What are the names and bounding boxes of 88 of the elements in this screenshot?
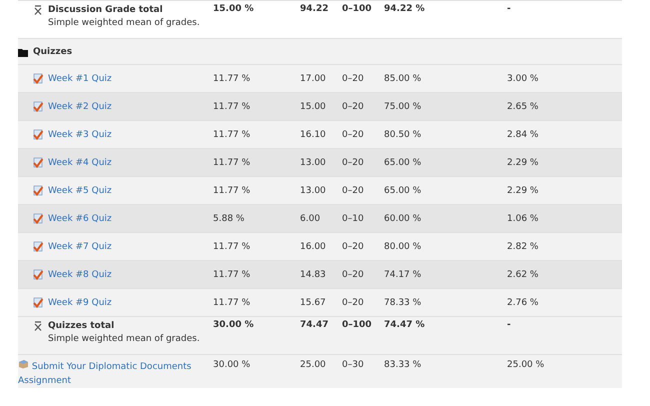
range-cell-text: 0–100 [342,3,372,14]
range-cell-text: 0–20 [342,241,364,252]
contribution-cell-text: - [507,319,511,330]
weight-cell-text: 11.77 % [213,129,250,140]
total-label: Discussion Grade total [48,4,163,14]
range-cell-text: 0–100 [342,319,372,330]
percentage-cell-text: 65.00 % [384,157,422,168]
range-cell-text: 0–20 [342,157,364,168]
percentage-cell-text: 75.00 % [384,101,422,112]
weight-cell-text: 15.00 % [213,3,254,14]
percentage-cell-text: 80.00 % [384,241,422,252]
quiz-checkbox-icon [33,241,43,252]
grade-cell-text: 13.00 [300,157,326,168]
contribution-cell-text: 2.29 % [507,185,538,196]
weight-cell-text: 30.00 % [213,359,250,370]
quiz-link[interactable]: Week #1 Quiz [48,74,112,84]
percentage-cell-text: 74.17 % [384,269,422,280]
contribution-cell-text: 2.76 % [507,297,538,308]
assignment-link[interactable]: Submit Your Diplomatic Documents Assignment [18,359,198,388]
grade-cell-text: 16.00 [300,241,326,252]
weight-cell-text: 11.77 % [213,241,250,252]
weight-cell-text: 5.88 % [213,213,244,224]
grade-cell-text: 94.22 [300,3,328,14]
quiz-checkbox-icon [33,101,43,112]
grade-cell-text: 74.47 [300,319,328,330]
quiz-link[interactable]: Week #5 Quiz [48,186,112,196]
weight-cell-text: 11.77 % [213,297,250,308]
contribution-cell-text: 2.84 % [507,129,538,140]
quiz-link[interactable]: Week #8 Quiz [48,270,112,280]
percentage-cell-text: 80.50 % [384,129,422,140]
range-cell-text: 0–30 [342,359,364,370]
quiz-link[interactable]: Week #7 Quiz [48,242,112,252]
quiz-checkbox-icon [33,73,43,84]
grade-cell-text: 13.00 [300,185,326,196]
range-cell-text: 0–10 [342,213,364,224]
grade-cell-text: 25.00 [300,359,326,370]
grade-cell-text: 17.00 [300,73,326,84]
weight-cell-text: 11.77 % [213,73,250,84]
folder-icon [18,48,28,56]
quiz-checkbox-icon [33,129,43,140]
contribution-cell-text: 2.62 % [507,269,538,280]
mean-icon [33,4,43,15]
weight-cell-text: 30.00 % [213,319,254,330]
quiz-checkbox-icon [33,185,43,196]
percentage-cell-text: 60.00 % [384,213,422,224]
range-cell-text: 0–20 [342,129,364,140]
contribution-cell-text: 2.65 % [507,101,538,112]
quiz-link[interactable]: Week #9 Quiz [48,298,112,308]
quiz-checkbox-icon [33,297,43,308]
weight-cell-text: 11.77 % [213,157,250,168]
grade-cell-text: 15.00 [300,101,326,112]
total-description: Simple weighted mean of grades. [47,333,201,344]
contribution-cell-text: 1.06 % [507,213,538,224]
weight-cell-text: 11.77 % [213,269,250,280]
quiz-checkbox-icon [33,157,43,168]
grade-cell-text: 6.00 [300,213,320,224]
percentage-cell-text: 78.33 % [384,297,422,308]
contribution-cell-text: 3.00 % [507,73,538,84]
quiz-link[interactable]: Week #2 Quiz [48,102,112,112]
contribution-cell-text: 2.29 % [507,157,538,168]
weight-cell-text: 11.77 % [213,185,250,196]
grade-cell-text: 15.67 [300,297,326,308]
contribution-cell-text: 2.82 % [507,241,538,252]
grade-cell-text: 14.83 [300,269,326,280]
quiz-checkbox-icon [33,213,43,224]
weight-cell-text: 11.77 % [213,101,250,112]
quiz-link[interactable]: Week #4 Quiz [48,158,112,168]
total-description: Simple weighted mean of grades. [47,17,201,28]
contribution-cell-text: 25.00 % [507,359,544,370]
percentage-cell-text: 83.33 % [384,359,422,370]
assignment-icon [18,359,29,369]
contribution-cell-text: - [507,3,511,14]
range-cell-text: 0–20 [342,185,364,196]
percentage-cell-text: 94.22 % [384,3,425,14]
grade-cell-text: 16.10 [300,129,326,140]
category-label: Quizzes [33,47,72,57]
percentage-cell-text: 74.47 % [384,319,425,330]
range-cell-text: 0–20 [342,73,364,84]
quiz-link[interactable]: Week #3 Quiz [48,130,112,140]
mean-icon [33,320,43,331]
quiz-checkbox-icon [33,269,43,280]
percentage-cell-text: 85.00 % [384,73,422,84]
range-cell-text: 0–20 [342,101,364,112]
range-cell-text: 0–20 [342,269,364,280]
total-label: Quizzes total [48,320,114,330]
quiz-link[interactable]: Week #6 Quiz [48,214,112,224]
range-cell-text: 0–20 [342,297,364,308]
percentage-cell-text: 65.00 % [384,185,422,196]
